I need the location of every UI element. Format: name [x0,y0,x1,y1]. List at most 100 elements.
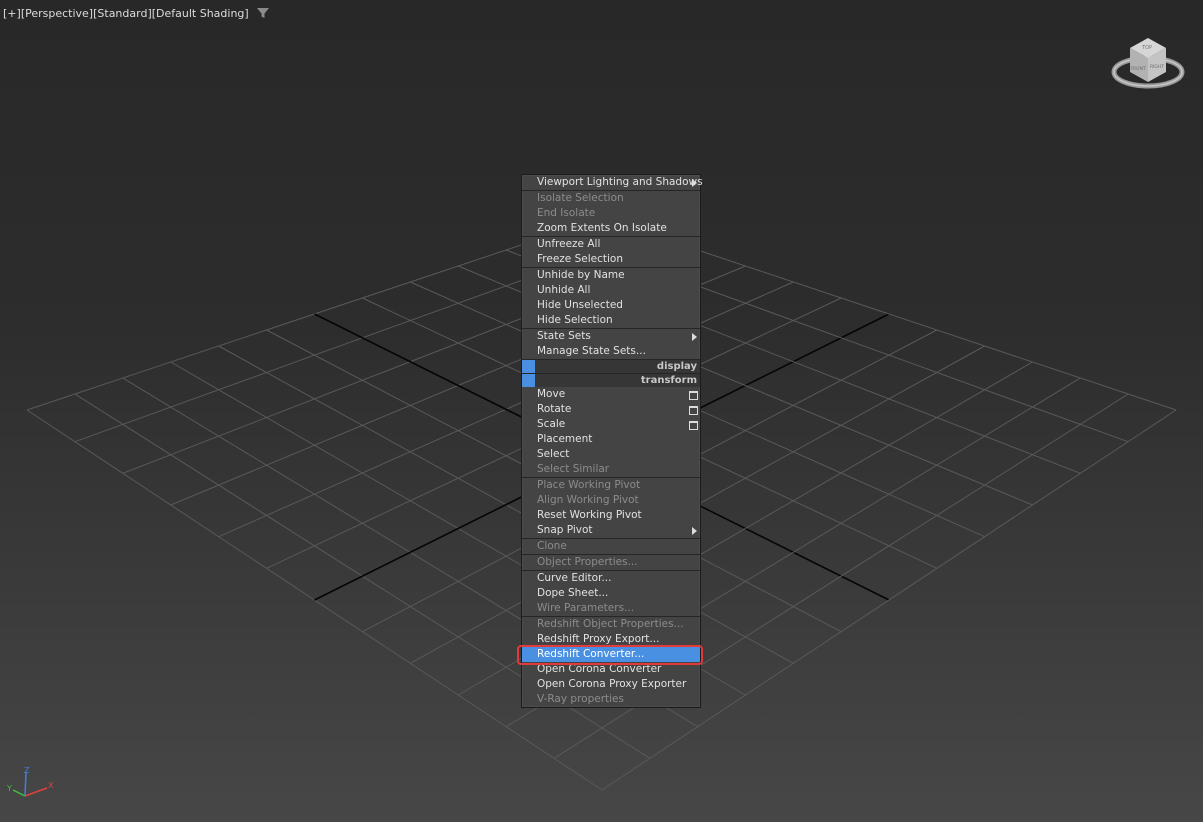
menu-item-label: Select Similar [537,463,610,475]
menu-item-redshift-proxy-export[interactable]: Redshift Proxy Export... [522,632,700,647]
menu-item-isolate-selection[interactable]: Isolate Selection [522,191,700,206]
menu-item-v-ray-properties[interactable]: V-Ray properties [522,692,700,707]
menu-item-select[interactable]: Select [522,447,700,462]
menu-item-freeze-selection[interactable]: Freeze Selection [522,252,700,267]
menu-item-wire-parameters[interactable]: Wire Parameters... [522,601,700,616]
menu-item-object-properties[interactable]: Object Properties... [522,555,700,570]
menu-item-label: Redshift Converter... [537,648,645,660]
menu-item-label: Unhide All [537,284,591,296]
submenu-arrow-icon [692,179,697,187]
menu-item-unhide-by-name[interactable]: Unhide by Name [522,268,700,283]
menu-item-label: Scale [537,418,566,430]
viewport-plus-menu[interactable]: [+] [3,7,21,20]
viewport-shading-menu[interactable]: [Default Shading] [152,7,249,20]
menu-item-label: Open Corona Proxy Exporter [537,678,687,690]
submenu-arrow-icon [692,333,697,341]
menu-item-open-corona-proxy-exporter[interactable]: Open Corona Proxy Exporter [522,677,700,692]
viewcube-front-label: FRONT [1130,66,1146,72]
menu-group-properties: Object Properties... [522,555,700,570]
menu-item-redshift-object-properties[interactable]: Redshift Object Properties... [522,617,700,632]
menu-item-select-similar[interactable]: Select Similar [522,462,700,477]
axis-tripod-icon: X Z Y [6,766,54,797]
menu-item-label: Manage State Sets... [537,345,646,357]
quad-header-transform-label: transform [640,375,697,386]
menu-item-viewport-lighting-and-shadows[interactable]: Viewport Lighting and Shadows [522,175,703,190]
menu-item-label: Viewport Lighting and Shadows [537,176,703,188]
quad-color-swatch [522,360,535,373]
menu-group-renderers: Redshift Object Properties... Redshift Pr… [522,617,700,707]
viewport-mode-menu[interactable]: [Standard] [93,7,152,20]
axis-y-label: Y [6,784,12,793]
menu-group-isolate: Isolate Selection End Isolate Zoom Extents… [522,191,700,236]
menu-item-scale[interactable]: Scale [522,417,700,432]
menu-item-place-working-pivot[interactable]: Place Working Pivot [522,478,700,493]
menu-item-label: Placement [537,433,593,445]
menu-item-label: Place Working Pivot [537,479,641,491]
quad-color-swatch [522,374,535,387]
menu-group-state-sets: State Sets Manage State Sets... [522,329,700,359]
menu-item-curve-editor[interactable]: Curve Editor... [522,571,700,586]
menu-item-zoom-extents-on-isolate[interactable]: Zoom Extents On Isolate [522,221,700,236]
menu-item-label: End Isolate [537,207,596,219]
menu-item-label: Rotate [537,403,572,415]
menu-item-open-corona-converter[interactable]: Open Corona Converter [522,662,700,677]
menu-item-label: Open Corona Converter [537,663,662,675]
settings-box-icon[interactable] [689,406,698,415]
menu-item-label: Hide Unselected [537,299,623,311]
menu-item-snap-pivot[interactable]: Snap Pivot [522,523,700,538]
menu-group-hide: Unhide by Name Unhide All Hide Unselected H… [522,268,700,328]
menu-item-label: Reset Working Pivot [537,509,642,521]
menu-item-unfreeze-all[interactable]: Unfreeze All [522,237,700,252]
menu-item-label: Dope Sheet... [537,587,609,599]
settings-box-icon[interactable] [689,391,698,400]
menu-item-label: Redshift Object Properties... [537,618,684,630]
menu-item-align-working-pivot[interactable]: Align Working Pivot [522,493,700,508]
menu-item-label: Move [537,388,566,400]
menu-item-end-isolate[interactable]: End Isolate [522,206,700,221]
menu-item-label: Curve Editor... [537,572,612,584]
menu-item-label: Isolate Selection [537,192,624,204]
menu-item-label: Unhide by Name [537,269,625,281]
axis-z-label: Z [24,766,30,775]
menu-item-reset-working-pivot[interactable]: Reset Working Pivot [522,508,700,523]
menu-item-label: Freeze Selection [537,253,623,265]
menu-item-label: Wire Parameters... [537,602,635,614]
quad-menu: Viewport Lighting and Shadows Isolate Se… [521,174,703,708]
quad-header-display-label: display [656,361,697,372]
menu-item-move[interactable]: Move [522,387,700,402]
menu-item-label: Object Properties... [537,556,638,568]
menu-item-label: Clone [537,540,567,552]
menu-item-label: Align Working Pivot [537,494,639,506]
menu-item-label: Redshift Proxy Export... [537,633,660,645]
menu-item-hide-unselected[interactable]: Hide Unselected [522,298,700,313]
settings-box-icon[interactable] [689,421,698,430]
menu-group-lighting: Viewport Lighting and Shadows [522,175,703,190]
menu-item-state-sets[interactable]: State Sets [522,329,700,344]
menu-item-redshift-converter[interactable]: Redshift Converter... [522,647,700,662]
menu-group-animation: Curve Editor... Dope Sheet... Wire Paramet… [522,571,700,616]
menu-group-clone: Clone [522,539,700,554]
quad-header-display[interactable]: display [522,359,700,373]
menu-item-unhide-all[interactable]: Unhide All [522,283,700,298]
menu-item-placement[interactable]: Placement [522,432,700,447]
filter-icon[interactable] [256,6,270,20]
viewcube-icon[interactable]: TOP FRONT RIGHT [1110,30,1186,94]
viewcube-top-label: TOP [1141,45,1152,51]
menu-item-label: Unfreeze All [537,238,601,250]
submenu-arrow-icon [692,527,697,535]
quad-header-transform[interactable]: transform [522,373,700,387]
menu-item-label: Hide Selection [537,314,613,326]
menu-group-pivot: Place Working Pivot Align Working Pivot Re… [522,478,700,538]
menu-item-hide-selection[interactable]: Hide Selection [522,313,700,328]
viewcube-right-label: RIGHT [1150,64,1164,70]
menu-item-label: Select [537,448,570,460]
viewport-view-menu[interactable]: [Perspective] [21,7,93,20]
menu-group-freeze: Unfreeze All Freeze Selection [522,237,700,267]
menu-item-clone[interactable]: Clone [522,539,700,554]
menu-item-label: V-Ray properties [537,693,624,705]
menu-item-dope-sheet[interactable]: Dope Sheet... [522,586,700,601]
viewport-label-menu: [+] [Perspective] [Standard] [Default Sh… [3,5,270,21]
menu-item-label: State Sets [537,330,591,342]
menu-item-manage-state-sets[interactable]: Manage State Sets... [522,344,700,359]
menu-item-rotate[interactable]: Rotate [522,402,700,417]
